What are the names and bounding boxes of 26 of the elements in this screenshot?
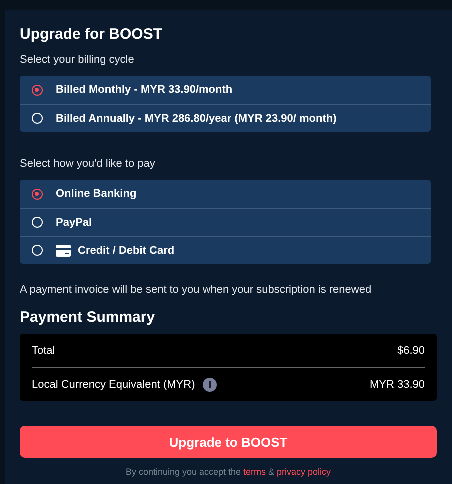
terms-link[interactable]: terms: [244, 467, 266, 477]
radio-button[interactable]: [32, 84, 43, 96]
radio-option[interactable]: Billed Monthly - MYR 33.90/month: [20, 76, 431, 104]
info-text: A payment invoice will be sent to you when your subscription is renewed: [20, 284, 373, 296]
summary-label: Total: [32, 344, 56, 356]
section-prompt: Select how you'd like to pay: [20, 158, 156, 170]
privacy-link[interactable]: privacy policy: [277, 467, 332, 477]
terms-notice: By continuing you accept the terms & privacy policy: [124, 467, 332, 477]
option-label: PayPal: [56, 216, 92, 228]
radio-option[interactable]: Credit / Debit Card: [20, 236, 431, 264]
radio-button[interactable]: [32, 188, 43, 200]
option-label: Billed Annually - MYR 286.80/year (MYR 23.90/ month): [56, 112, 337, 124]
section-title: Payment Summary: [20, 309, 156, 326]
page-title: Upgrade for BOOST: [20, 26, 164, 43]
option-label: Credit / Debit Card: [78, 244, 175, 256]
section-prompt: Select your billing cycle: [20, 54, 136, 66]
summary-value: MYR 33.90: [370, 378, 425, 390]
radio-option[interactable]: Billed Annually - MYR 286.80/year (MYR 23.90/ month): [20, 104, 431, 132]
option-label: Billed Monthly - MYR 33.90/month: [56, 84, 233, 96]
radio-option[interactable]: Online Banking: [20, 180, 431, 208]
option-label: Online Banking: [56, 188, 137, 200]
summary-label: Local Currency Equivalent (MYR): [32, 378, 196, 390]
radio-option[interactable]: PayPal: [20, 208, 431, 236]
summary-value: $6.90: [397, 344, 425, 356]
info-icon[interactable]: [203, 378, 218, 392]
credit-card-icon: [56, 244, 71, 256]
